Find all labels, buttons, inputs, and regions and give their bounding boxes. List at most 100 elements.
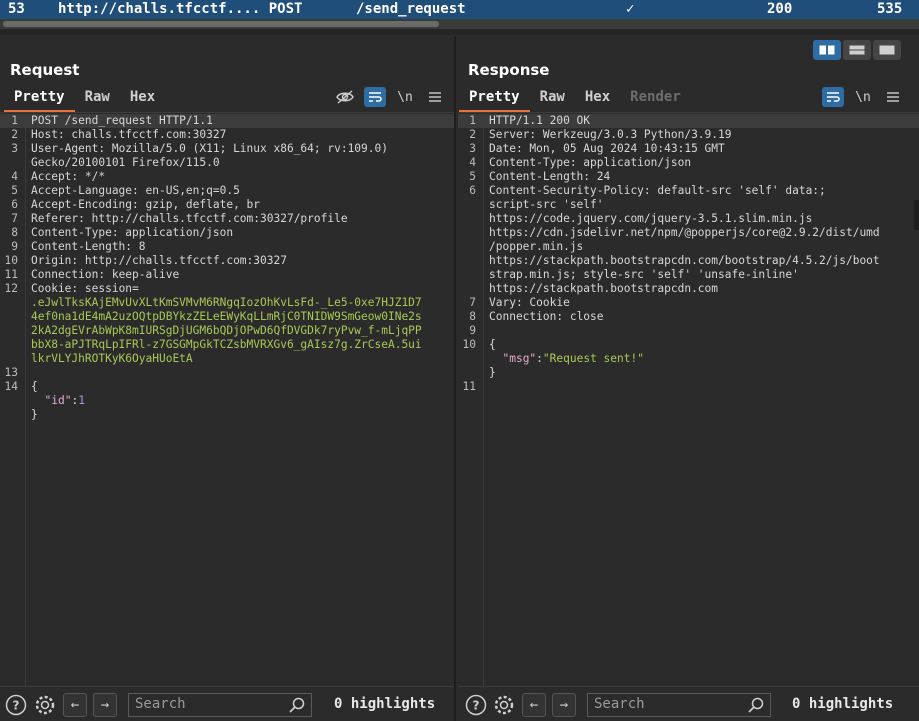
arrow-left-icon[interactable]: ←	[63, 693, 87, 717]
code-token: }	[489, 366, 496, 379]
hamburger-icon[interactable]	[424, 87, 446, 107]
code-token: 8	[138, 240, 146, 253]
tab-raw[interactable]: Raw	[530, 86, 575, 112]
divider	[0, 29, 919, 35]
arrow-left-icon[interactable]: ←	[522, 693, 546, 717]
history-scrollbar[interactable]	[0, 19, 919, 29]
code-line: 14 {	[0, 380, 454, 394]
history-check: ✓	[626, 1, 635, 17]
wrap-text-icon[interactable]	[364, 87, 386, 107]
code-token: close	[569, 310, 604, 323]
line-number: 14	[4, 380, 18, 393]
line-number: 3	[469, 142, 476, 155]
code-token: Content-Type:	[31, 226, 126, 239]
code-line: 11 Connection: keep-alive	[0, 268, 454, 282]
code-token: https://stackpath.bootstrapcdn.com/boots…	[489, 254, 880, 267]
code-line: 3 User-Agent: Mozilla/5.0 (X11; Linux x86…	[0, 142, 454, 156]
eye-off-icon[interactable]	[334, 87, 356, 107]
svg-text:?: ?	[473, 699, 480, 713]
gear-icon[interactable]	[34, 694, 56, 716]
code-token: Mozilla/5.0 (X11; Linux x86_64; rv:109.0…	[111, 142, 388, 155]
code-token: Content-Length:	[31, 240, 139, 253]
code-token: Werkzeug/3.0.3 Python/3.9.19	[542, 128, 732, 141]
request-editor[interactable]: 1 POST /send_request HTTP/1.1 2 Host: chall…	[0, 114, 454, 687]
code-line: .eJwlTksKAjEMvUvXLtKmSVMvM6RNgqIozOhKvLs…	[0, 296, 454, 310]
code-token: Date:	[489, 142, 530, 155]
help-icon[interactable]: ?	[465, 694, 487, 716]
line-text: Referer: http://challs.tfcctf.com:30327/…	[31, 212, 348, 226]
code-token: Referer:	[31, 212, 92, 225]
code-token: lkrVLYJhROTKyK6OyaHUoEtA	[31, 352, 193, 365]
code-line: 2 Server: Werkzeug/3.0.3 Python/3.9.19	[458, 128, 919, 142]
line-text: Gecko/20100101 Firefox/115.0	[31, 156, 220, 170]
code-line: lkrVLYJhROTKyK6OyaHUoEtA	[0, 352, 454, 366]
line-text: 2kA2dgEVrAbWpK8mIURSgDjUGM6bQDjOPwD6QfDV…	[31, 324, 422, 338]
code-token: strap.min.js; style-src 'self' 'unsafe-i…	[489, 268, 799, 281]
line-number: 3	[11, 142, 18, 155]
code-token: Content-Length:	[489, 170, 597, 183]
code-line: https://code.jquery.com/jquery-3.5.1.sli…	[458, 212, 919, 226]
code-line: }	[0, 408, 454, 422]
code-token: Host:	[31, 128, 72, 141]
split-horizontal-icon[interactable]	[813, 40, 841, 60]
newline-toggle[interactable]: \n	[852, 87, 874, 107]
tab-raw[interactable]: Raw	[75, 86, 120, 112]
arrow-right-icon[interactable]: →	[93, 693, 117, 717]
hamburger-icon[interactable]	[882, 87, 904, 107]
line-text: /popper.min.js	[489, 240, 583, 254]
tab-pretty[interactable]: Pretty	[459, 86, 530, 112]
gear-icon[interactable]	[493, 694, 515, 716]
history-path: /send_request	[356, 1, 466, 17]
line-number: 6	[469, 184, 476, 197]
tab-hex[interactable]: Hex	[575, 86, 620, 112]
tab-hex[interactable]: Hex	[120, 86, 165, 112]
tab-render[interactable]: Render	[620, 86, 691, 112]
request-tabs: Pretty Raw Hex	[4, 86, 165, 112]
code-token: Mon, 05 Aug 2024 10:43:15 GMT	[529, 142, 725, 155]
highlights-count: 0 highlights	[334, 696, 436, 712]
line-number: 12	[4, 282, 18, 295]
svg-text:?: ?	[13, 699, 20, 713]
response-editor[interactable]: 1 HTTP/1.1 200 OK 2 Server: Werkzeug/3.0.3 …	[458, 114, 919, 687]
code-token: Gecko/20100101 Firefox/115.0	[31, 156, 220, 169]
request-toolbar: \n	[334, 87, 446, 107]
newline-toggle[interactable]: \n	[394, 87, 416, 107]
wrap-text-icon[interactable]	[822, 87, 844, 107]
scrollbar-thumb[interactable]	[3, 21, 439, 27]
code-line: 10 Origin: http://challs.tfcctf.com:30327	[0, 254, 454, 268]
single-pane-icon[interactable]	[873, 40, 901, 60]
line-text: {	[489, 338, 496, 352]
history-index: 53	[8, 1, 25, 17]
help-icon[interactable]: ?	[5, 694, 27, 716]
code-line: strap.min.js; style-src 'self' 'unsafe-i…	[458, 268, 919, 282]
line-text: https://stackpath.bootstrapcdn.com/boots…	[489, 254, 880, 268]
history-row-selected[interactable]: 53 http://challs.tfcctf.... POST /send_r…	[0, 0, 919, 19]
line-text: https://stackpath.bootstrapcdn.com	[489, 282, 718, 296]
highlights-count: 0 highlights	[792, 696, 894, 712]
arrow-right-icon[interactable]: →	[552, 693, 576, 717]
line-text: bbX8-aPJTRqLpIFRl-z7GSGMpGkTCZsbMVRXGv6_…	[31, 338, 422, 352]
line-text: {	[31, 380, 38, 394]
code-token: Connection:	[489, 310, 570, 323]
line-number: 2	[469, 128, 476, 141]
line-text: lkrVLYJhROTKyK6OyaHUoEtA	[31, 352, 193, 366]
code-line: 2kA2dgEVrAbWpK8mIURSgDjUGM6bQDjOPwD6QfDV…	[0, 324, 454, 338]
line-number: 8	[469, 310, 476, 323]
code-token: 24	[596, 170, 611, 183]
code-line: 4ef0na1dE4mA2uzOQtpDBYkzZELeEWyKqLLmRjC0…	[0, 310, 454, 324]
code-line: 5 Content-Length: 24	[458, 170, 919, 184]
tab-pretty[interactable]: Pretty	[4, 86, 75, 112]
line-number: 7	[469, 296, 476, 309]
line-text: Connection: close	[489, 310, 604, 324]
code-token: Vary:	[489, 296, 530, 309]
split-vertical-icon[interactable]	[843, 40, 871, 60]
code-line: 6 Accept-Encoding: gzip, deflate, br	[0, 198, 454, 212]
code-line: "msg":"Request sent!"	[458, 352, 919, 366]
search-input[interactable]: Search	[587, 693, 771, 717]
code-line: 7 Vary: Cookie	[458, 296, 919, 310]
code-line: 9	[458, 324, 919, 338]
window-edge	[914, 200, 919, 230]
line-number: 10	[4, 254, 18, 267]
response-pane: Response Pretty Raw Hex Render \n 1 HTTP/…	[458, 36, 919, 721]
search-input[interactable]: Search	[128, 693, 312, 717]
